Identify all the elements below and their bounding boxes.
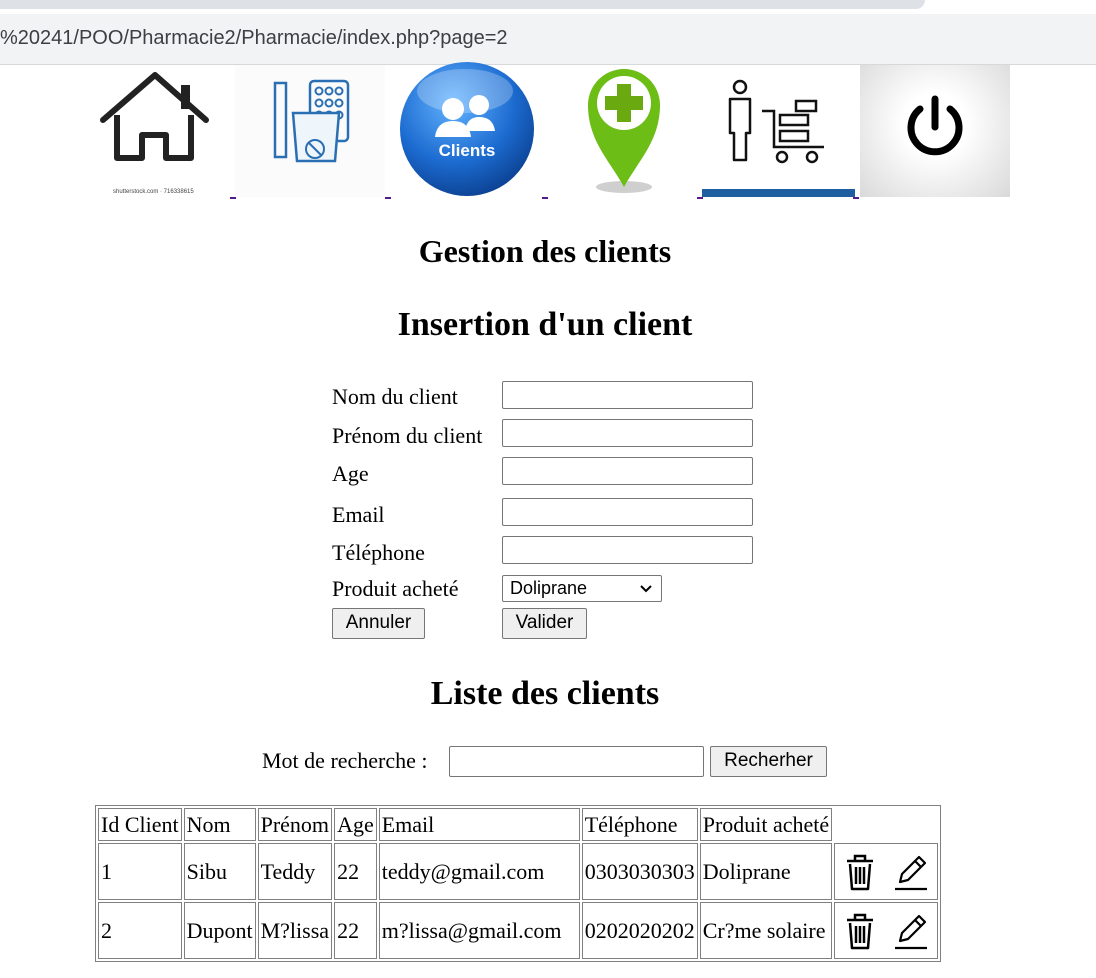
col-nom-header: Nom [183,808,256,841]
search-label: Mot de recherche : [262,748,428,773]
telephone-label: Téléphone [332,540,425,565]
cell-actions [834,902,939,959]
trash-icon [847,913,874,949]
search-input[interactable] [449,746,704,777]
link-underline [853,197,859,199]
cancel-button[interactable]: Annuler [332,608,425,639]
cell-prenom: M?lissa [257,902,333,959]
power-icon [907,95,963,156]
produit-select-value: Doliprane [510,578,588,598]
chevron-down-icon [639,577,653,609]
pharmacie-tile[interactable] [550,65,697,197]
age-input[interactable] [502,457,753,485]
col-produit-header: Produit acheté [699,808,833,841]
cell-nom: Dupont [183,902,256,959]
commandes-tile[interactable] [702,65,855,197]
cell-id: 2 [98,902,182,959]
cell-email: m?lissa@gmail.com [378,902,580,959]
clients-icon: Clients [400,62,534,196]
cell-produit: Doliprane [699,843,833,900]
home-tile-caption: shutterstock.com · 716338615 [113,189,194,195]
home-tile[interactable]: shutterstock.com · 716338615 [85,65,235,197]
table-row: 2 Dupont M?lissa 22 m?lissa@gmail.com 02… [98,902,939,959]
link-underline [230,197,236,199]
col-actions-header [834,808,938,841]
clients-tile-text: Clients [439,141,496,160]
nom-input[interactable] [502,381,753,409]
col-telephone-header: Téléphone [581,808,698,841]
delete-button[interactable] [843,852,877,892]
link-underline [385,197,391,199]
list-title: Liste des clients [430,675,660,712]
cell-telephone: 0202020202 [581,902,698,959]
cell-id: 1 [98,843,182,900]
address-bar-url[interactable]: %20241/POO/Pharmacie2/Pharmacie/index.ph… [0,27,508,49]
delete-button[interactable] [843,911,877,951]
age-label: Age [332,461,369,486]
link-underline [542,197,548,199]
logout-tile[interactable] [860,65,1010,197]
table-header-row: Id Client Nom Prénom Age Email Téléphone… [98,808,938,841]
email-label: Email [332,502,385,527]
search-button[interactable]: Recherher [710,746,827,777]
pencil-icon [895,855,928,890]
medicaments-tile[interactable] [235,65,385,197]
cell-age: 22 [334,902,377,959]
email-input[interactable] [502,498,753,526]
cell-email: teddy@gmail.com [378,843,580,900]
submit-button[interactable]: Valider [502,608,587,639]
prenom-input[interactable] [502,419,753,447]
cell-nom: Sibu [183,843,256,900]
produit-select[interactable]: Doliprane [502,575,662,602]
browser-tab[interactable] [0,0,925,9]
person-cart-icon [702,79,855,197]
nom-label: Nom du client [332,384,458,409]
pharmacy-pin-icon [588,69,660,193]
clients-tile[interactable]: Clients [385,61,555,197]
col-id-header: Id Client [98,808,182,841]
home-icon: shutterstock.com · 716338615 [100,72,209,195]
cell-actions [834,843,939,900]
cell-telephone: 0303030303 [581,843,698,900]
medicine-icon [273,79,350,163]
cell-produit: Cr?me solaire [699,902,833,959]
col-prenom-header: Prénom [257,808,333,841]
edit-button[interactable] [893,852,929,892]
cell-age: 22 [334,843,377,900]
col-email-header: Email [378,808,580,841]
link-underline [697,197,703,199]
prenom-label: Prénom du client [332,423,483,448]
edit-button[interactable] [893,911,929,951]
cell-prenom: Teddy [257,843,333,900]
pencil-icon [895,914,928,949]
col-age-header: Age [334,808,377,841]
telephone-input[interactable] [502,536,753,564]
address-bar[interactable]: %20241/POO/Pharmacie2/Pharmacie/index.ph… [0,14,1096,65]
trash-icon [847,854,874,890]
table-row: 1 Sibu Teddy 22 teddy@gmail.com 03030303… [98,843,939,900]
page-title: Gestion des clients [418,233,672,269]
clients-table: Id Client Nom Prénom Age Email Téléphone… [95,805,942,962]
produit-label: Produit acheté [332,576,459,601]
browser-tabstrip [0,0,1096,14]
insert-title: Insertion d'un client [397,306,693,343]
